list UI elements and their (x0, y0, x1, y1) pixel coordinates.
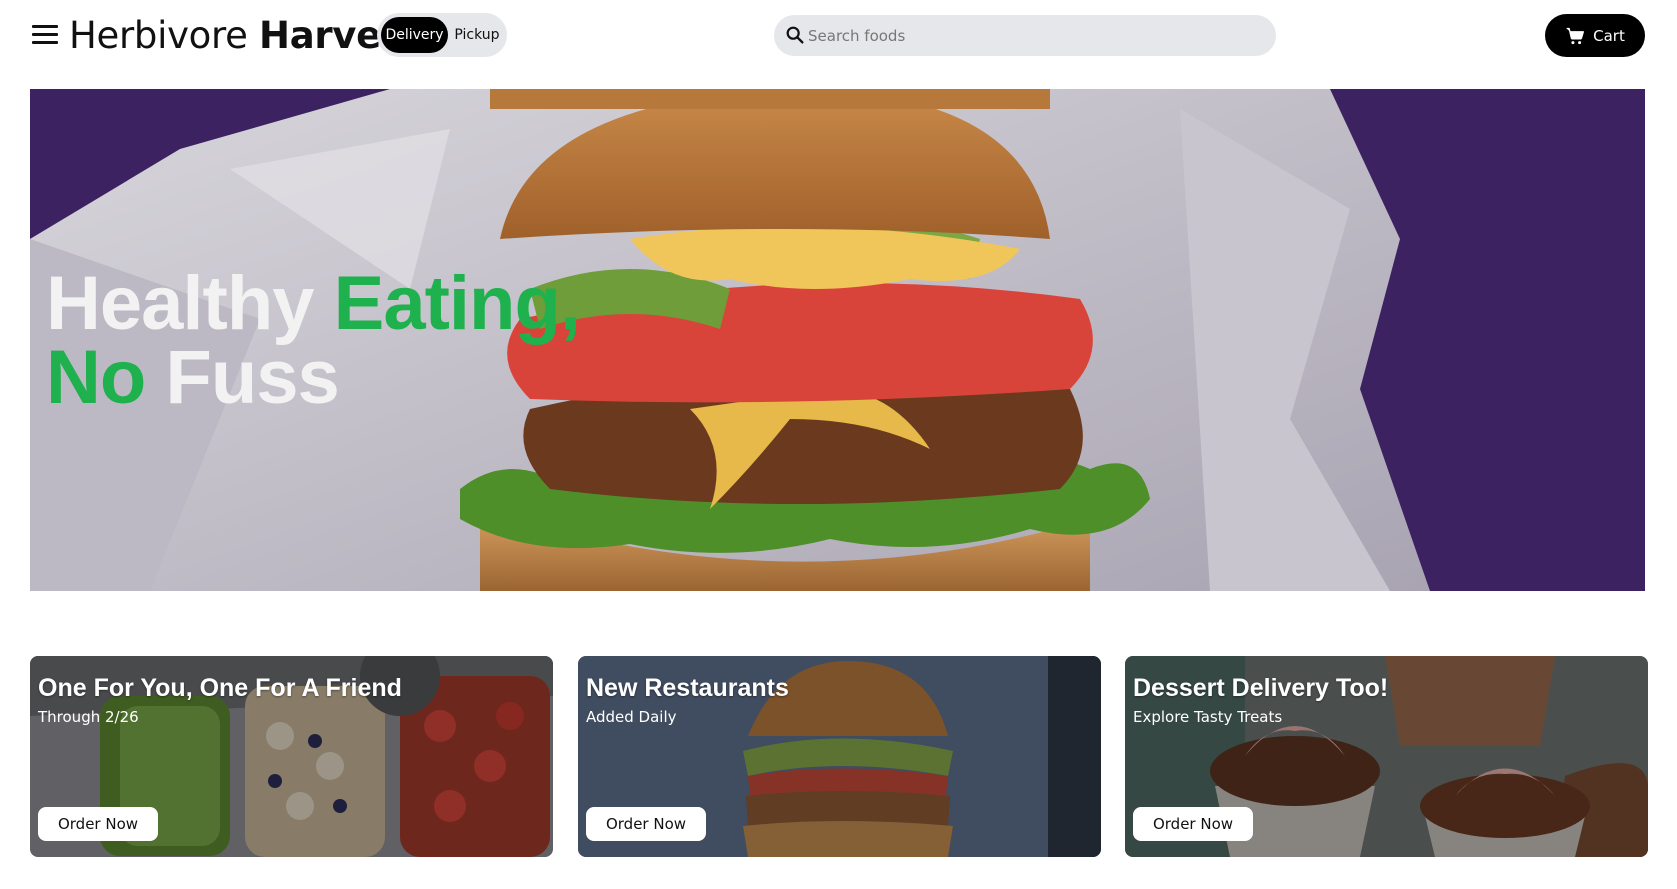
hero-banner: Healthy Eating, No Fuss (30, 89, 1645, 591)
promo-subtitle: Added Daily (586, 708, 677, 726)
promo-card-dessert[interactable]: Dessert Delivery Too! Explore Tasty Trea… (1125, 656, 1648, 857)
hero-line-1: Healthy Eating, (46, 266, 581, 342)
promo-title: New Restaurants (586, 674, 789, 702)
promo-subtitle: Through 2/26 (38, 708, 139, 726)
search-bar (774, 15, 1276, 56)
hero-word-eating: Eating, (333, 261, 581, 346)
hero-word-fuss: Fuss (145, 335, 339, 420)
pickup-option[interactable]: Pickup (450, 17, 504, 53)
cart-button[interactable]: Cart (1545, 14, 1645, 57)
brand-logo[interactable]: Herbivore Harvest (69, 14, 420, 58)
delivery-option[interactable]: Delivery (381, 17, 448, 53)
hero-line-2: No Fuss (46, 340, 580, 416)
hero-word-healthy: Healthy (46, 261, 334, 346)
menu-icon[interactable] (32, 23, 58, 47)
promo-card-restaurants[interactable]: New Restaurants Added Daily Order Now (578, 656, 1101, 857)
order-now-button[interactable]: Order Now (586, 807, 706, 841)
search-icon (786, 26, 804, 44)
promo-title: One For You, One For A Friend (38, 674, 402, 702)
hero-headline: Healthy Eating, No Fuss (46, 266, 581, 416)
promo-title: Dessert Delivery Too! (1133, 674, 1389, 702)
promo-subtitle: Explore Tasty Treats (1133, 708, 1283, 726)
cart-icon (1566, 27, 1585, 44)
cart-label: Cart (1593, 26, 1625, 45)
order-now-button[interactable]: Order Now (38, 807, 158, 841)
brand-name-light: Herbivore (69, 14, 260, 57)
delivery-pickup-toggle: Delivery Pickup (377, 13, 507, 57)
hero-word-no: No (46, 335, 146, 420)
order-now-button[interactable]: Order Now (1133, 807, 1253, 841)
search-input[interactable] (808, 15, 1248, 56)
promo-card-friend[interactable]: One For You, One For A Friend Through 2/… (30, 656, 553, 857)
